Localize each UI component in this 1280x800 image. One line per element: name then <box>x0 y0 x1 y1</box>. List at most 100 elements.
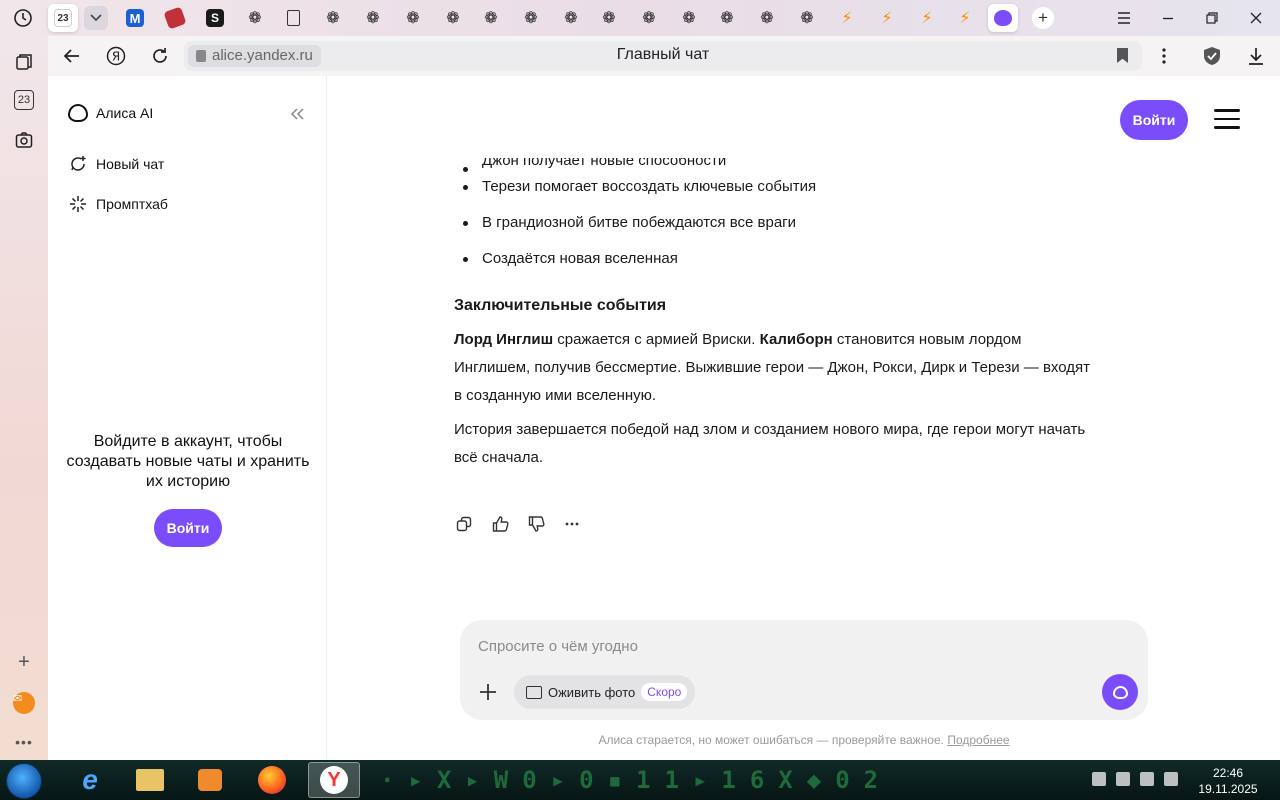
taskbar-ie[interactable]: e <box>64 762 116 798</box>
yandex-button-icon[interactable]: Я <box>104 44 128 68</box>
protect-shield-icon[interactable] <box>1200 44 1224 68</box>
new-tab-button[interactable]: + <box>1032 7 1054 29</box>
chatgpt-icon: ❁ <box>642 10 656 27</box>
sidebar-item-prompthub[interactable]: Промптхаб <box>68 194 168 214</box>
tab-chatgpt-7[interactable]: ❁ <box>516 4 546 32</box>
more-dots-icon[interactable]: ••• <box>12 730 36 754</box>
answer-bullet-list: Джон получает новые способности Терези п… <box>454 158 1094 284</box>
alice-voice-button[interactable] <box>1102 674 1138 710</box>
tab-calendar[interactable]: 23 <box>48 4 78 32</box>
tab-chatgpt-9[interactable]: ❁ <box>594 4 624 32</box>
restore-icon[interactable] <box>1200 6 1224 30</box>
list-item: Терези помогает воссоздать ключевые собы… <box>454 176 1094 212</box>
login-prompt-text: Войдите в аккаунт, чтобы создавать новые… <box>66 433 310 490</box>
chat-composer: Оживить фото Скоро <box>460 620 1148 720</box>
chatgpt-icon: ❁ <box>248 10 262 27</box>
document-icon <box>286 10 300 26</box>
tab-chatgpt-6[interactable]: ❁ <box>476 4 506 32</box>
hamburger-menu-icon[interactable] <box>1214 109 1240 129</box>
answer-paragraph-1: Лорд Инглиш сражается с армией Вриски. К… <box>454 331 1091 404</box>
download-icon[interactable] <box>1244 44 1268 68</box>
tab-bolt-2[interactable]: ⚡ <box>872 4 902 32</box>
thumbs-up-icon[interactable] <box>490 514 510 534</box>
yandex-browser-icon: Y <box>320 766 348 794</box>
taskbar-firefox[interactable] <box>246 762 298 798</box>
sidebar-item-label: Новый чат <box>96 156 165 172</box>
taskbar-media[interactable] <box>184 762 236 798</box>
browser-menu-icon[interactable] <box>1112 6 1136 30</box>
screenshot-camera-icon[interactable] <box>12 128 36 152</box>
tab-bolt-3[interactable]: ⚡ <box>912 4 942 32</box>
tab-s[interactable]: S <box>200 4 230 32</box>
tab-chatgpt-5[interactable]: ❁ <box>438 4 468 32</box>
alice-brand[interactable]: Алиса AI <box>68 104 153 122</box>
add-panel-icon[interactable]: + <box>12 650 36 674</box>
calendar-sidebar-button[interactable]: 23 <box>12 88 36 112</box>
tab-chatgpt-1[interactable]: ❁ <box>240 4 270 32</box>
tab-document[interactable] <box>278 4 308 32</box>
sidebar-login-button[interactable]: Войти <box>154 509 222 547</box>
tab-chatgpt-3[interactable]: ❁ <box>358 4 388 32</box>
new-chat-icon <box>68 154 88 174</box>
url-bar[interactable]: alice.yandex.ru Главный чат <box>184 41 1142 71</box>
chatgpt-icon: ❁ <box>760 10 774 27</box>
lightning-icon: ⚡ <box>921 10 933 27</box>
chatgpt-icon: ❁ <box>682 10 696 27</box>
disclaimer-text: Алиса старается, но может ошибаться — пр… <box>598 733 944 747</box>
clock-date: 19.11.2025 <box>1198 782 1258 796</box>
tab-metro[interactable]: M <box>120 4 150 32</box>
sidebar-item-new-chat[interactable]: Новый чат <box>68 154 164 174</box>
tray-app-icon[interactable] <box>1092 772 1106 786</box>
header-login-button[interactable]: Войти <box>1120 100 1188 140</box>
start-button[interactable] <box>6 763 42 799</box>
internet-explorer-icon: e <box>82 764 98 795</box>
tab-chatgpt-12[interactable]: ❁ <box>712 4 742 32</box>
tab-chatgpt-11[interactable]: ❁ <box>674 4 704 32</box>
disclaimer: Алиса старается, но может ошибаться — пр… <box>454 733 1154 747</box>
taskbar-yandex[interactable]: Y <box>308 762 360 798</box>
soon-badge: Скоро <box>641 683 688 701</box>
more-vertical-icon[interactable] <box>1152 44 1176 68</box>
chatgpt-icon: ❁ <box>406 10 420 27</box>
tab-bolt-1[interactable]: ⚡ <box>832 4 862 32</box>
collapse-sidebar-icon[interactable] <box>290 104 304 125</box>
history-icon[interactable] <box>10 6 36 30</box>
assistant-answer: Джон получает новые способности Терези п… <box>454 158 1094 472</box>
taskbar-explorer[interactable] <box>124 762 176 798</box>
more-horizontal-icon[interactable] <box>562 514 582 534</box>
back-arrow-icon[interactable] <box>60 44 84 68</box>
system-clock[interactable]: 22:46 19.11.2025 <box>1196 765 1260 797</box>
close-icon[interactable] <box>1244 6 1268 30</box>
tab-chatgpt-8[interactable]: ❁ <box>556 4 586 32</box>
svg-text:Я: Я <box>112 50 120 64</box>
chat-input[interactable] <box>478 634 1078 658</box>
tab-alice[interactable] <box>988 4 1018 32</box>
tab-chatgpt-2[interactable]: ❁ <box>318 4 348 32</box>
minimize-icon[interactable] <box>1156 6 1180 30</box>
firefox-icon <box>258 766 286 794</box>
learn-more-link[interactable]: Подробнее <box>947 733 1009 747</box>
metro-m-icon: M <box>126 9 144 27</box>
chatgpt-icon: ❁ <box>800 10 814 27</box>
action-center-icon[interactable] <box>1140 772 1154 786</box>
tab-chatgpt-4[interactable]: ❁ <box>398 4 428 32</box>
list-item: Создаётся новая вселенная <box>454 248 1094 284</box>
tab-chatgpt-14[interactable]: ❁ <box>792 4 822 32</box>
tabs-dropdown-button[interactable] <box>84 6 108 30</box>
tab-bolt-4[interactable]: ⚡ <box>950 4 980 32</box>
mail-button[interactable]: ✉ <box>12 691 36 715</box>
attach-plus-icon[interactable] <box>476 680 500 704</box>
thumbs-down-icon[interactable] <box>526 514 546 534</box>
volume-icon[interactable] <box>1116 772 1130 786</box>
collections-icon[interactable] <box>12 50 36 74</box>
tab-chatgpt-13[interactable]: ❁ <box>752 4 782 32</box>
list-item: Джон получает новые способности <box>454 158 1094 176</box>
tab-red[interactable] <box>160 4 190 32</box>
reload-icon[interactable] <box>148 44 172 68</box>
network-icon[interactable] <box>1164 772 1178 786</box>
chatgpt-icon: ❁ <box>366 10 380 27</box>
lightning-icon: ⚡ <box>841 10 853 27</box>
revive-photo-button[interactable]: Оживить фото Скоро <box>514 675 696 709</box>
tab-chatgpt-10[interactable]: ❁ <box>634 4 664 32</box>
copy-icon[interactable] <box>454 514 474 534</box>
